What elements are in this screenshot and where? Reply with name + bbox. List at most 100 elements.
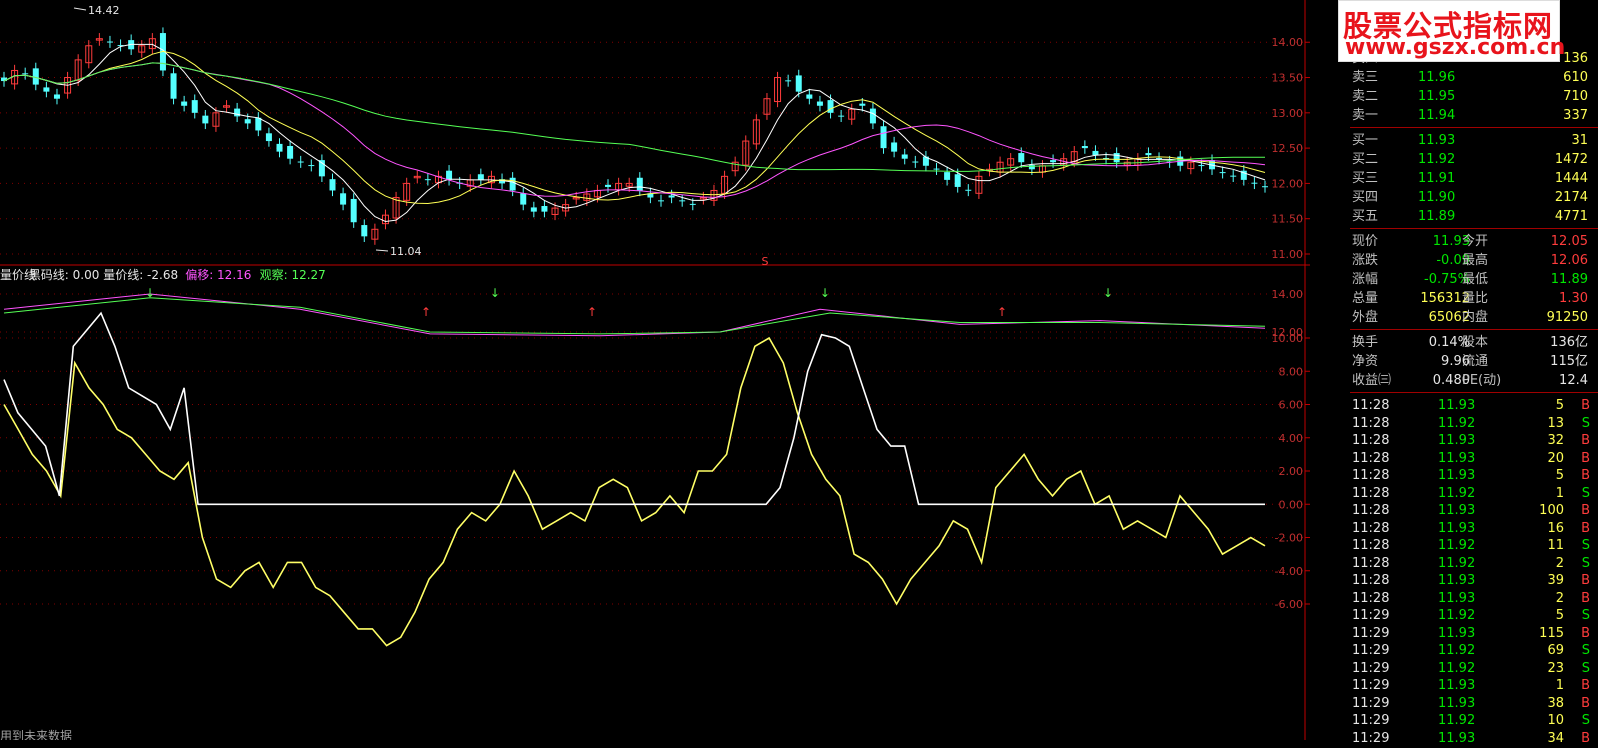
s-marker: S	[762, 255, 769, 268]
tick-side: B	[1581, 590, 1590, 606]
up-arrow-icon: ↑	[587, 305, 597, 319]
ask-label: 卖二	[1352, 89, 1379, 104]
quote-divider	[1350, 228, 1598, 229]
fund-label: 换手	[1352, 335, 1379, 350]
fund-label: 净资	[1352, 354, 1379, 369]
candle-down	[361, 225, 368, 237]
tick-volume: 5	[1555, 398, 1564, 413]
quote-label-2: 今开	[1462, 234, 1489, 249]
candle-down	[329, 179, 336, 191]
candle-down	[340, 193, 347, 205]
quote-value-2: 12.05	[1550, 234, 1588, 249]
quote-row: 现价 11.93 今开 12.05	[1350, 232, 1598, 251]
tick-volume: 1	[1555, 678, 1564, 693]
tick-side: B	[1581, 678, 1590, 693]
tick-row[interactable]: 11:29 11.93 34 B	[1350, 729, 1598, 748]
bid-row: 买五 11.89 4771	[1350, 207, 1598, 226]
fund-label-2: 股本	[1462, 335, 1489, 350]
candle-down	[859, 103, 866, 106]
candle-down	[657, 200, 664, 202]
tick-volume: 39	[1547, 573, 1564, 588]
fund-row: 换手 0.14% 股本 136亿	[1350, 333, 1598, 352]
candle-down	[1219, 172, 1226, 174]
fund-label-2: 流通	[1462, 354, 1489, 369]
bid-label: 买五	[1352, 209, 1379, 224]
candle-down	[297, 161, 304, 163]
ma-line-10	[3, 50, 1266, 205]
fund-label-2: PE(动)	[1462, 373, 1502, 388]
tick-row[interactable]: 11:29 11.93 115 B	[1350, 624, 1598, 643]
tick-side: S	[1581, 555, 1590, 571]
candle-down	[901, 154, 908, 159]
candle-down	[816, 101, 823, 106]
candle-down	[202, 115, 209, 124]
tick-side: B	[1581, 450, 1590, 466]
up-arrow-icon: ↑	[421, 305, 431, 319]
candle-down	[806, 94, 813, 99]
candle-down	[22, 73, 29, 75]
ask-volume: 710	[1563, 89, 1588, 104]
tick-row[interactable]: 11:28 11.92 1 S	[1350, 484, 1598, 503]
tick-row[interactable]: 11:28 11.92 13 S	[1350, 414, 1598, 433]
quote-value-2: 11.89	[1550, 272, 1588, 287]
tick-row[interactable]: 11:28 11.93 2 B	[1350, 589, 1598, 608]
chart-area[interactable]: 14.00 13.50 13.00 12.50 12.00 11.50 11.00 14.42…	[0, 0, 1310, 740]
tick-row[interactable]: 11:29 11.92 69 S	[1350, 641, 1598, 660]
candle-down	[668, 195, 675, 198]
tick-row[interactable]: 11:28 11.92 11 S	[1350, 536, 1598, 555]
ask-price: 11.95	[1418, 89, 1456, 104]
price-axis-label: 13.00	[1272, 107, 1304, 120]
tick-price: 11.92	[1438, 415, 1476, 431]
tick-row[interactable]: 11:29 11.92 10 S	[1350, 711, 1598, 730]
quote-label: 总量	[1352, 291, 1379, 306]
tick-time: 11:28	[1352, 573, 1390, 588]
tick-time: 11:28	[1352, 538, 1390, 553]
tick-row[interactable]: 11:28 11.93 100 B	[1350, 501, 1598, 520]
tick-time: 11:28	[1352, 398, 1390, 413]
candle-down	[477, 174, 484, 180]
tick-row[interactable]: 11:29 11.92 23 S	[1350, 659, 1598, 678]
bid-volume: 1444	[1554, 171, 1588, 186]
candle-down	[234, 108, 241, 117]
candle-down	[265, 133, 272, 142]
tick-row[interactable]: 11:28 11.93 20 B	[1350, 449, 1598, 468]
tick-row[interactable]: 11:29 11.93 1 B	[1350, 676, 1598, 695]
tick-volume: 23	[1547, 660, 1564, 676]
tick-volume: 2	[1555, 555, 1564, 571]
tick-price: 11.93	[1438, 398, 1476, 413]
indicator-label-1: 黑码线: 0.00	[29, 268, 100, 282]
candle-down	[53, 94, 60, 99]
tick-row[interactable]: 11:28 11.93 39 B	[1350, 571, 1598, 590]
ask-row: 卖一 11.94 337	[1350, 106, 1598, 125]
tick-volume: 5	[1555, 468, 1564, 483]
tick-divider	[1350, 392, 1598, 393]
mid-axis-label: 14.00	[1272, 288, 1304, 301]
tick-side: S	[1581, 643, 1590, 658]
candle-down	[880, 126, 887, 149]
tick-row[interactable]: 11:28 11.92 2 S	[1350, 554, 1598, 573]
down-arrow-icon: ↓	[490, 286, 500, 300]
tick-row[interactable]: 11:28 11.93 5 B	[1350, 466, 1598, 485]
tick-time: 11:28	[1352, 503, 1390, 518]
quote-label-2: 最高	[1462, 253, 1489, 268]
tick-row[interactable]: 11:28 11.93 32 B	[1350, 431, 1598, 450]
bid-volume: 4771	[1554, 209, 1588, 224]
chart-canvas[interactable]: 14.00 13.50 13.00 12.50 12.00 11.50 11.00 14.42…	[0, 0, 1310, 740]
tick-volume: 1	[1555, 485, 1564, 501]
bid-price: 11.90	[1418, 190, 1456, 205]
osc-axis-label: 0.00	[1279, 498, 1304, 511]
candle-down	[891, 142, 898, 152]
quote-label-2: 内盘	[1462, 310, 1489, 325]
up-arrow-icon: ↑	[997, 305, 1007, 319]
tick-row[interactable]: 11:29 11.93 38 B	[1350, 694, 1598, 713]
tick-side: S	[1581, 415, 1590, 431]
watermark-logo: 股票公式指标网 www.gszx.com.cn	[1338, 0, 1565, 62]
tick-row[interactable]: 11:28 11.93 16 B	[1350, 519, 1598, 538]
down-arrow-icon: ↓	[820, 286, 830, 300]
quote-value-2: 12.06	[1550, 253, 1588, 268]
fund-value-2: 115亿	[1550, 354, 1588, 369]
candle-down	[1230, 175, 1237, 177]
tick-price: 11.92	[1438, 643, 1476, 658]
tick-row[interactable]: 11:28 11.93 5 B	[1350, 396, 1598, 415]
tick-row[interactable]: 11:29 11.92 5 S	[1350, 606, 1598, 625]
